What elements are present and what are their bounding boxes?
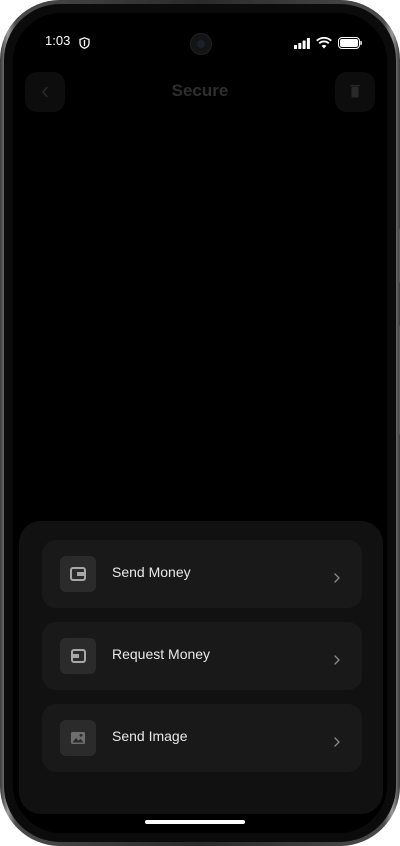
option-label: Request Money [112,646,211,662]
page-title: Secure [171,81,229,100]
delete-button[interactable] [335,72,375,112]
status-icons [294,34,362,53]
status-time: 1:03 [45,33,71,48]
option-send-money[interactable]: Send Money [42,540,362,608]
request-icon [60,638,96,674]
bezel: 1:03 Secure Send Money Request Money Sen… [4,4,396,842]
wallet-icon [60,556,96,592]
chevron-right-icon [334,650,340,669]
option-send-image[interactable]: Send Image [42,704,362,772]
action-sheet: Send Money Request Money Send Image [19,521,383,814]
trash-icon [350,83,360,102]
option-label: Send Image [112,728,188,744]
image-icon [60,720,96,756]
screen: 1:03 Secure Send Money Request Money Sen… [13,13,387,833]
status-bar: 1:03 [13,13,387,61]
chevron-right-icon [334,568,340,587]
option-label: Send Money [112,564,191,580]
home-indicator[interactable] [145,820,245,824]
option-request-money[interactable]: Request Money [42,622,362,690]
signal-icon [294,34,310,53]
battery-icon [338,34,362,53]
front-camera [190,33,212,55]
phone-frame: 1:03 Secure Send Money Request Money Sen… [0,0,400,846]
chevron-right-icon [334,732,340,751]
top-nav: Secure [13,68,387,118]
shield-icon [79,34,90,53]
wifi-icon [316,34,332,53]
